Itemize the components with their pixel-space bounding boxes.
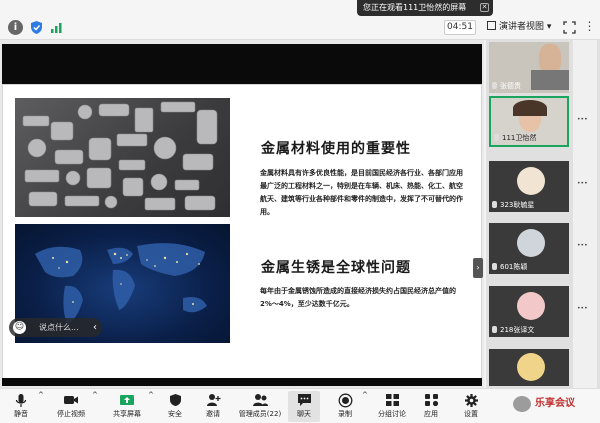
chat-placeholder: 说点什么... [39, 323, 79, 332]
stop-video-label: 停止视频 [57, 410, 85, 418]
wechat-logo-icon [513, 396, 531, 412]
meeting-controls: 静音 ^ 停止视频 ^ 共享屏幕 ^ 安全 邀请 管理成员(22) 聊天 录制 … [0, 388, 600, 423]
slide-heading-importance: 金属材料使用的重要性 [261, 141, 411, 157]
chevron-down-icon: ▾ [546, 22, 552, 32]
video-tile-active[interactable]: 111卫怡然 [489, 96, 569, 147]
settings-label: 设置 [464, 410, 478, 418]
chat-quick-input[interactable]: ☺ 说点什么... ‹ [9, 318, 102, 337]
shield-icon [160, 391, 190, 409]
more-options-icon[interactable]: ••• [577, 242, 591, 250]
record-button[interactable]: 录制 [330, 391, 360, 422]
mic-icon [492, 326, 497, 333]
security-label: 安全 [168, 410, 182, 418]
more-options-icon[interactable]: ••• [577, 305, 591, 313]
microphone-icon [6, 391, 36, 409]
metal-parts-image [15, 98, 230, 217]
chevron-left-icon[interactable]: ‹ [93, 320, 97, 335]
manage-members-label: 管理成员(22) [238, 410, 282, 418]
hair-shape [513, 100, 547, 116]
meeting-toolbar: i 04:51 演讲者视图 ▾ ⋮ [0, 16, 600, 40]
breakout-label: 分组讨论 [378, 410, 406, 418]
avatar [517, 292, 545, 320]
avatar [517, 229, 545, 257]
letterbox-top [2, 44, 482, 84]
emoji-icon[interactable]: ☺ [13, 321, 26, 334]
breakout-icon [372, 391, 412, 409]
slide-heading-rust: 金属生锈是全球性问题 [261, 260, 411, 276]
participant-name: 111卫怡然 [494, 133, 536, 143]
mic-icon [494, 134, 499, 141]
camera-icon [52, 391, 90, 409]
settings-button[interactable]: 设置 [456, 391, 486, 422]
avatar [517, 353, 545, 381]
security-button[interactable]: 安全 [160, 391, 190, 422]
gear-icon [456, 391, 486, 409]
participant-name: 218张译文 [492, 325, 534, 335]
invite-label: 邀请 [206, 410, 220, 418]
letterbox-bottom [2, 378, 482, 386]
breakout-button[interactable]: 分组讨论 [372, 391, 412, 422]
fullscreen-icon[interactable] [562, 20, 577, 35]
screen-share-notice: 您正在观看111卫怡然的屏幕 ✕ [357, 0, 493, 16]
notice-text: 您正在观看111卫怡然的屏幕 [363, 3, 467, 12]
more-options-icon[interactable]: ••• [577, 116, 591, 124]
panel-scrollbar[interactable]: ••• ••• ••• ••• [573, 40, 597, 388]
shield-icon[interactable] [29, 20, 44, 35]
participant-video-panel: 张德贵 111卫怡然 323耿毓星 601陈颖 218张译文 ••• ••• •… [486, 40, 600, 388]
more-options-icon[interactable]: ••• [577, 180, 591, 188]
share-screen-icon [108, 391, 146, 409]
share-screen-button[interactable]: 共享屏幕 [108, 391, 146, 422]
presenter-view-label: 演讲者视图 [499, 22, 545, 32]
video-tile[interactable] [489, 349, 569, 386]
watermark-text: 乐享会议 [535, 398, 575, 409]
add-user-icon [198, 391, 228, 409]
mute-label: 静音 [14, 410, 28, 418]
signal-icon[interactable] [49, 20, 64, 35]
info-icon[interactable]: i [8, 20, 23, 35]
apps-button[interactable]: 应用 [416, 391, 446, 422]
apps-label: 应用 [424, 410, 438, 418]
watermark: 乐享会议 [513, 393, 598, 415]
slide-paragraph-rust: 每年由于金属锈蚀所造成的直接经济损失约占国民经济总产值的2%～4%，至少达数千亿… [260, 287, 456, 308]
stop-video-button[interactable]: 停止视频 [52, 391, 90, 422]
clothing-shape [531, 70, 569, 90]
manage-members-button[interactable]: 管理成员(22) [236, 391, 284, 422]
more-icon[interactable]: ⋮ [582, 20, 597, 35]
video-tile[interactable]: 张德贵 [489, 42, 569, 93]
presenter-view-button[interactable]: 演讲者视图 ▾ [487, 20, 569, 35]
top-strip [0, 0, 600, 16]
avatar [517, 167, 545, 195]
grid-icon [487, 21, 496, 30]
chevron-up-icon[interactable]: ^ [362, 391, 368, 422]
video-tile[interactable]: 323耿毓星 [489, 161, 569, 212]
mute-button[interactable]: 静音 [6, 391, 36, 422]
slide-paragraph-importance: 金属材料具有许多优良性能，是目前国民经济各行业、各部门应用最广泛的工程材料之一，… [260, 169, 463, 216]
mic-icon [492, 263, 497, 270]
share-screen-label: 共享屏幕 [113, 410, 141, 418]
mic-icon [492, 82, 497, 89]
record-label: 录制 [338, 410, 352, 418]
presentation-slide: 金属材料使用的重要性 金属材料具有许多优良性能，是目前国民经济各行业、各部门应用… [2, 84, 482, 382]
participant-name: 张德贵 [492, 81, 521, 91]
chat-button[interactable]: 聊天 [288, 391, 320, 422]
shared-screen: 金属材料使用的重要性 金属材料具有许多优良性能，是目前国民经济各行业、各部门应用… [0, 40, 484, 388]
members-icon [236, 391, 284, 409]
invite-button[interactable]: 邀请 [198, 391, 228, 422]
chevron-up-icon[interactable]: ^ [92, 391, 98, 422]
meeting-window: 您正在观看111卫怡然的屏幕 ✕ i 04:51 演讲者视图 ▾ ⋮ 金属材料使… [0, 0, 600, 423]
participant-name: 323耿毓星 [492, 200, 534, 210]
chevron-up-icon[interactable]: ^ [148, 391, 154, 422]
apps-icon [416, 391, 446, 409]
close-icon[interactable]: ✕ [480, 3, 489, 12]
video-tile[interactable]: 601陈颖 [489, 223, 569, 274]
record-icon [330, 391, 360, 409]
panel-toggle-handle[interactable]: › [473, 258, 483, 278]
chat-bubble-icon [288, 391, 320, 409]
meeting-timer: 04:51 [444, 20, 476, 35]
chevron-up-icon[interactable]: ^ [38, 391, 44, 422]
participant-name: 601陈颖 [492, 262, 527, 272]
video-tile[interactable]: 218张译文 [489, 286, 569, 337]
mic-icon [492, 201, 497, 208]
chat-label: 聊天 [297, 410, 311, 418]
